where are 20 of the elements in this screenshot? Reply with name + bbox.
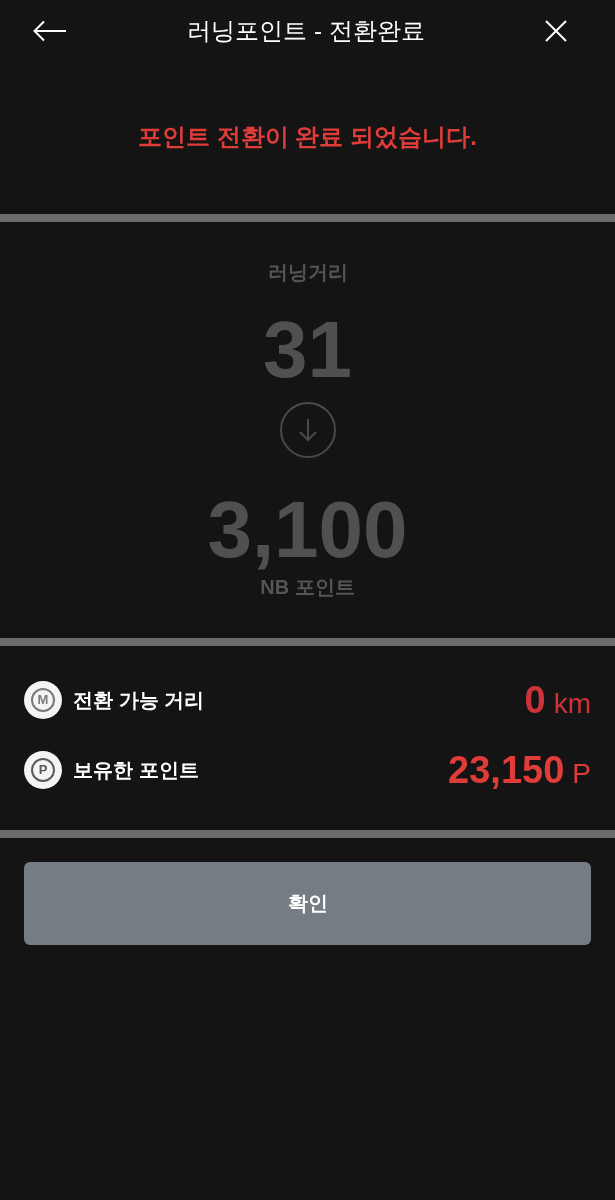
points-coin-icon: P [24,751,62,789]
completion-message: 포인트 전환이 완료 되었습니다. [138,122,477,152]
balance-label: 보유한 포인트 [73,757,199,783]
back-arrow-icon [33,20,67,42]
balance-value: 23,150 [448,748,565,792]
confirm-button[interactable]: 확인 [24,862,591,945]
points-label: NB 포인트 [260,576,355,598]
balance-label: 전환 가능 거리 [73,687,205,713]
down-arrow-circle-icon [279,402,336,458]
balance-value: 0 [524,678,546,722]
balance-unit: km [553,687,591,720]
close-button[interactable] [545,20,567,42]
balance-unit: P [572,757,591,790]
close-icon [545,20,567,42]
back-button[interactable] [33,20,67,42]
screen-title: 러닝포인트 - 전환완료 [187,16,425,46]
points-value: 3,100 [207,484,408,576]
distance-label: 러닝거리 [267,260,348,285]
distance-coin-icon: M [24,681,62,719]
distance-value: 31 [263,304,352,396]
